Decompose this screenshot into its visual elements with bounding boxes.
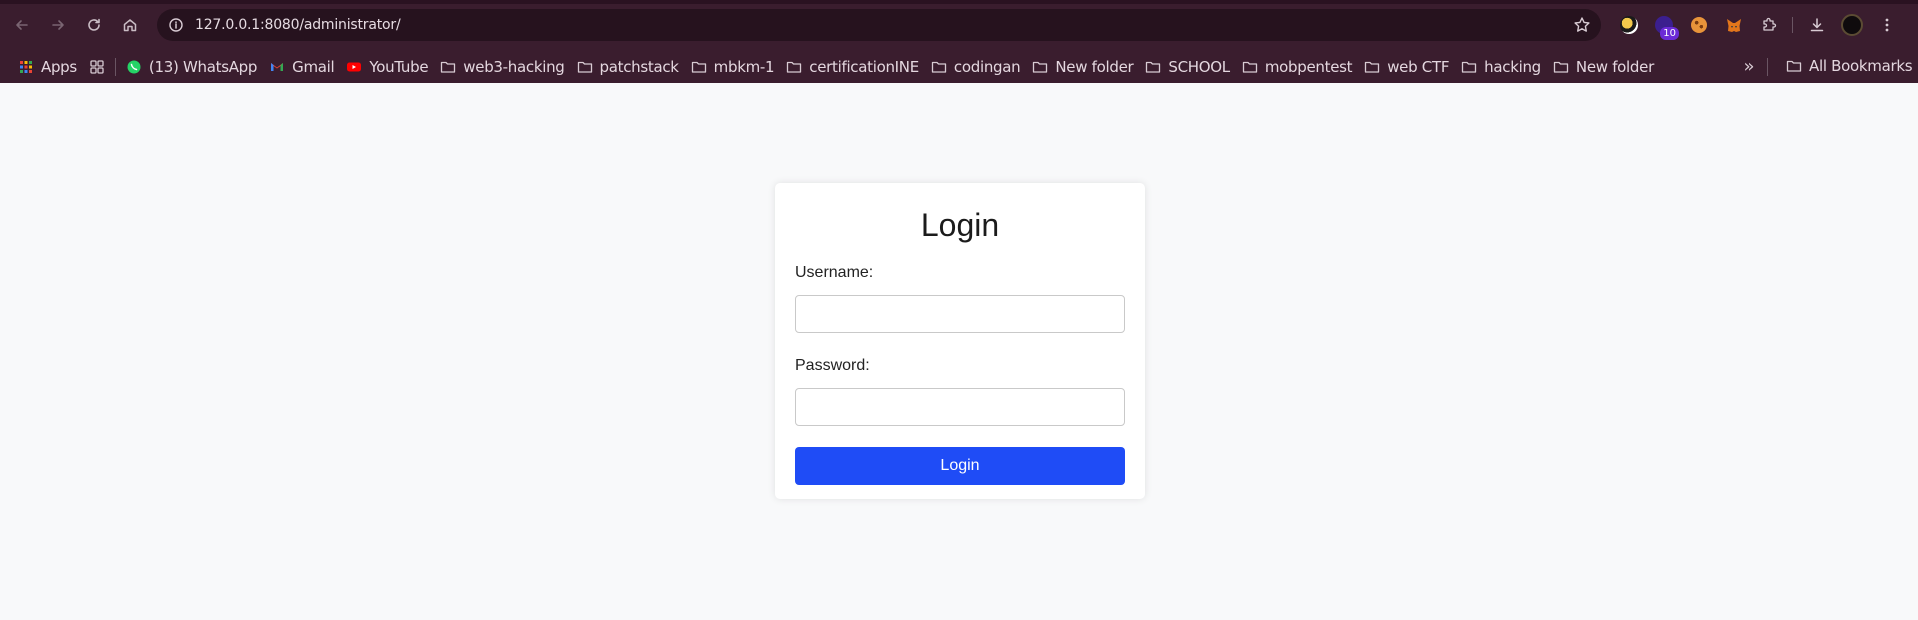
more-bookmarks-button[interactable]: »	[1735, 52, 1763, 80]
extension-2-button[interactable]: 10	[1646, 10, 1681, 40]
bookmarks-divider	[114, 57, 116, 76]
cookie-extension-button[interactable]	[1681, 10, 1716, 40]
bookmark-label: hacking	[1484, 57, 1541, 76]
bookmark-label: (13) WhatsApp	[148, 57, 258, 76]
login-card: Login Username: Password: Login	[775, 183, 1145, 499]
bookmark-label: All Bookmarks	[1809, 57, 1913, 75]
puzzle-icon	[1762, 17, 1776, 31]
bookmark-folder-mbkm-1[interactable]: mbkm-1	[685, 53, 781, 81]
folder-icon	[577, 59, 593, 75]
downloads-button[interactable]	[1799, 10, 1834, 40]
home-button[interactable]	[112, 7, 148, 43]
bookmark-star-icon[interactable]	[1573, 16, 1591, 34]
site-info-icon[interactable]	[159, 9, 193, 41]
bookmark-label: New folder	[1575, 57, 1654, 76]
bookmark-folder-codingan[interactable]: codingan	[925, 53, 1026, 81]
download-icon	[1810, 18, 1823, 32]
password-label: Password:	[795, 357, 870, 374]
bookmark-folder-web-ctf[interactable]: web CTF	[1358, 53, 1455, 81]
folder-icon	[1364, 59, 1380, 75]
gmail-icon	[269, 59, 285, 75]
login-button[interactable]: Login	[795, 447, 1125, 485]
extension-1-icon	[1619, 16, 1638, 34]
folder-icon	[1242, 59, 1258, 75]
bookmark-whatsapp[interactable]: (13) WhatsApp	[120, 53, 263, 81]
folder-icon	[1461, 59, 1477, 75]
bookmark-label: mbkm-1	[713, 57, 775, 76]
bookmark-folder-school[interactable]: SCHOOL	[1139, 53, 1235, 81]
reload-button[interactable]	[76, 7, 112, 43]
folder-icon	[1553, 59, 1569, 75]
bookmark-label: mobpentest	[1264, 57, 1353, 76]
folder-icon	[1145, 59, 1161, 75]
avatar	[1840, 14, 1863, 36]
bookmark-apps[interactable]: Apps	[12, 53, 83, 81]
bookmark-folder-patchstack[interactable]: patchstack	[571, 53, 685, 81]
apps-grid-icon	[18, 59, 34, 75]
arrow-right-icon	[52, 20, 64, 30]
back-button[interactable]	[4, 7, 40, 43]
youtube-icon	[346, 59, 362, 75]
tab-groups-button[interactable]	[83, 53, 111, 81]
bookmark-label: web CTF	[1387, 57, 1450, 76]
home-icon	[123, 19, 137, 32]
folder-icon	[786, 59, 802, 75]
fox-icon	[1726, 19, 1741, 32]
bookmark-label: New folder	[1055, 57, 1134, 76]
bookmark-label: certificationINE	[809, 57, 919, 76]
browser-toolbar: 127.0.0.1:8080/administrator/ 10	[0, 0, 1918, 50]
bookmarks-bar: Apps (13) WhatsApp Gmail YouTube web3-ha…	[0, 50, 1918, 83]
browser-menu-button[interactable]	[1869, 10, 1904, 40]
tab-groups-icon	[89, 59, 105, 75]
page-title: Login	[920, 207, 1000, 243]
url-text[interactable]: 127.0.0.1:8080/administrator/	[195, 17, 401, 33]
bookmark-folder-hacking[interactable]: hacking	[1455, 53, 1547, 81]
bookmark-label: patchstack	[599, 57, 679, 76]
whatsapp-icon	[126, 59, 142, 75]
folder-icon	[440, 59, 456, 75]
bookmark-folder-certificationine[interactable]: certificationINE	[780, 53, 925, 81]
profile-button[interactable]	[1834, 10, 1869, 40]
bookmarks-divider	[1767, 58, 1768, 76]
folder-icon	[1786, 58, 1802, 74]
arrow-left-icon	[16, 20, 28, 30]
username-label: Username:	[795, 264, 874, 281]
bookmark-label: codingan	[953, 57, 1021, 76]
folder-icon	[1032, 59, 1048, 75]
bookmark-folder-new-folder[interactable]: New folder	[1026, 53, 1139, 81]
more-vertical-icon	[1885, 18, 1888, 32]
username-field[interactable]	[795, 295, 1125, 333]
all-bookmarks-button[interactable]: All Bookmarks	[1780, 52, 1918, 80]
bookmark-folder-new-folder-2[interactable]: New folder	[1547, 53, 1660, 81]
bookmark-folder-mobpentest[interactable]: mobpentest	[1236, 53, 1358, 81]
password-field[interactable]	[795, 388, 1125, 426]
bookmark-label: YouTube	[369, 57, 429, 76]
bookmark-label: Apps	[41, 57, 77, 76]
chevron-double-right-icon: »	[1743, 55, 1755, 77]
bookmark-label: Gmail	[292, 57, 335, 76]
toolbar-divider	[1792, 17, 1793, 33]
forward-button[interactable]	[40, 7, 76, 43]
bookmark-gmail[interactable]: Gmail	[263, 53, 340, 81]
address-bar[interactable]: 127.0.0.1:8080/administrator/	[157, 9, 1601, 41]
bookmark-youtube[interactable]: YouTube	[340, 53, 434, 81]
bookmark-label: web3-hacking	[463, 57, 565, 76]
bookmark-folder-web3-hacking[interactable]: web3-hacking	[434, 53, 570, 81]
extension-1-button[interactable]	[1611, 10, 1646, 40]
metamask-extension-button[interactable]	[1716, 10, 1751, 40]
folder-icon	[931, 59, 947, 75]
extension-badge: 10	[1660, 27, 1679, 40]
cookie-icon	[1690, 17, 1707, 33]
extensions-menu-button[interactable]	[1751, 10, 1786, 40]
extensions-area: 10	[1611, 10, 1904, 40]
folder-icon	[691, 59, 707, 75]
bookmark-label: SCHOOL	[1168, 57, 1230, 76]
reload-icon	[88, 18, 100, 31]
